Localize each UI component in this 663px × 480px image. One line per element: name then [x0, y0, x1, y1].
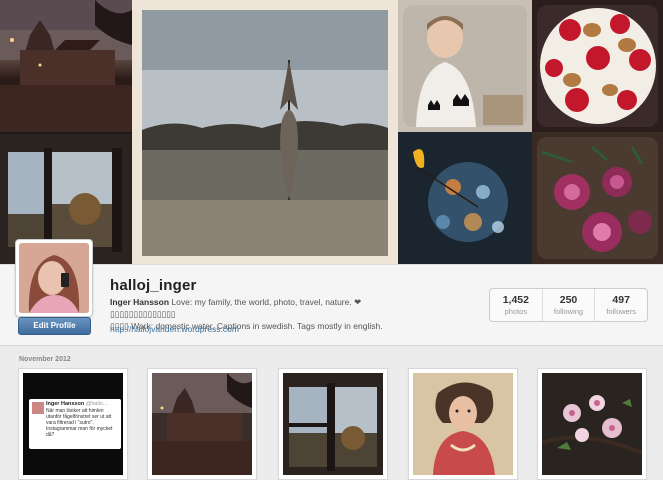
- mosaic-photo-berries[interactable]: [532, 0, 663, 132]
- mosaic-photo-forest[interactable]: [132, 0, 398, 264]
- avatar-frame[interactable]: [15, 239, 93, 317]
- stat-followers-label: followers: [606, 307, 636, 316]
- stat-followers-count: 497: [612, 294, 630, 306]
- tweet-avatar: [32, 402, 44, 414]
- feed-photo-blossom[interactable]: [537, 368, 647, 480]
- window-photo: [283, 373, 383, 475]
- username: halloj_inger: [110, 277, 197, 294]
- avatar: [19, 243, 89, 313]
- full-name: Inger Hansson: [110, 297, 170, 307]
- tweet-name-text: Inger Hansson: [46, 401, 85, 407]
- photo-feed: November 2012 Inger Hansson @hallo... Nä…: [0, 346, 663, 480]
- feed-photo-castle[interactable]: [147, 368, 257, 480]
- feed-photo-painting[interactable]: [408, 368, 518, 480]
- feed-photo-window[interactable]: [278, 368, 388, 480]
- stat-following[interactable]: 250 following: [543, 289, 596, 321]
- website-link[interactable]: http://hallojvariden.wordpress.com: [110, 324, 239, 334]
- tweet-screenshot: Inger Hansson @hallo... När man tänker a…: [23, 373, 123, 475]
- stat-photos[interactable]: 1,452 photos: [490, 289, 543, 321]
- mosaic-photo-boy[interactable]: [398, 0, 532, 132]
- mosaic-photo-bokeh[interactable]: [398, 132, 532, 264]
- blossom-photo: [542, 373, 642, 475]
- profile-stats: 1,452 photos 250 following 497 followers: [489, 288, 648, 322]
- month-label: November 2012: [19, 356, 71, 363]
- painting-photo: [413, 373, 513, 475]
- tweet-text: När man tänker att himlen utanför fågelf…: [46, 408, 113, 438]
- mosaic-photo-cabbage[interactable]: [532, 132, 663, 264]
- tweet-name: Inger Hansson @hallo...: [46, 401, 108, 407]
- stat-photos-label: photos: [504, 307, 528, 316]
- castle-photo: [152, 373, 252, 475]
- tweet-handle: @hallo...: [85, 401, 108, 407]
- stat-followers[interactable]: 497 followers: [595, 289, 647, 321]
- edit-profile-button[interactable]: Edit Profile: [18, 317, 91, 335]
- profile-header: Edit Profile halloj_inger Inger Hansson …: [0, 239, 663, 346]
- profile-photo-mosaic: [0, 0, 663, 264]
- stat-following-label: following: [553, 307, 584, 316]
- stat-photos-count: 1,452: [502, 294, 529, 306]
- feed-photo-tweet[interactable]: Inger Hansson @hallo... När man tänker a…: [18, 368, 128, 480]
- stat-following-count: 250: [559, 294, 578, 306]
- tweet-card: Inger Hansson @hallo... När man tänker a…: [29, 399, 121, 449]
- mosaic-photo-castle[interactable]: [0, 0, 132, 132]
